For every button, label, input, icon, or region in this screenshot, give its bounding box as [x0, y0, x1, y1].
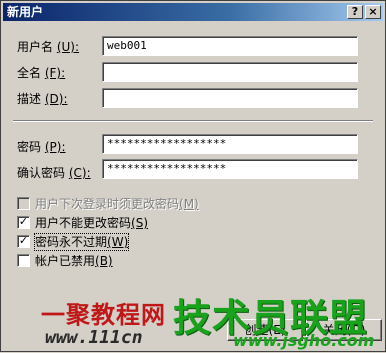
password-label: 密码 (P):	[17, 139, 66, 155]
username-label-text: 用户名	[17, 40, 54, 54]
cannot-change-password-mnemonic: (S)	[131, 216, 148, 230]
description-label-text: 描述	[17, 92, 42, 106]
watermark-url-left: www.111cn	[45, 327, 143, 348]
confirm-password-mnemonic: (C):	[68, 166, 91, 180]
username-label: 用户名 (U):	[17, 39, 79, 55]
password-mnemonic: (P):	[44, 140, 66, 154]
confirm-password-label: 确认密码 (C):	[17, 165, 91, 181]
username-field[interactable]: web001	[102, 36, 358, 56]
username-mnemonic: (U):	[56, 40, 80, 54]
description-label: 描述 (D):	[17, 91, 68, 107]
cannot-change-password-text: 用户不能更改密码	[35, 216, 132, 230]
account-disabled-mnemonic: (B)	[95, 254, 113, 268]
close-button[interactable]: 关闭(O)	[306, 319, 382, 341]
confirm-password-label-text: 确认密码	[17, 166, 66, 180]
must-change-password-mnemonic: (M)	[179, 197, 199, 211]
cannot-change-password-checkbox[interactable]: ✓	[17, 216, 30, 229]
fullname-label: 全名 (F):	[17, 65, 65, 81]
fullname-label-text: 全名	[17, 66, 42, 80]
account-disabled-label: 帐户已禁用(B)	[35, 253, 113, 269]
create-button[interactable]: 创建(E)	[227, 319, 303, 341]
password-label-text: 密码	[17, 140, 42, 154]
section-divider	[13, 120, 373, 122]
fullname-mnemonic: (F):	[44, 66, 66, 80]
help-button[interactable]: ?	[347, 5, 363, 19]
description-field[interactable]	[102, 88, 358, 108]
cannot-change-password-label: 用户不能更改密码(S)	[35, 215, 148, 231]
password-never-expires-text: 密码永不过期	[35, 235, 108, 249]
watermark-brand-left: 一聚教程网	[41, 300, 166, 329]
fullname-field[interactable]	[102, 62, 358, 82]
confirm-password-field[interactable]: ******************	[102, 159, 358, 179]
password-field[interactable]: ******************	[102, 134, 358, 154]
title-bar[interactable]: 新用户 ? ×	[3, 3, 383, 21]
dialog-title: 新用户	[7, 5, 44, 19]
must-change-password-text: 用户下次登录时须更改密码	[35, 197, 180, 211]
new-user-dialog: 新用户 ? × 用户名 (U): web001 全名 (F): 描述 (D): …	[0, 0, 386, 352]
account-disabled-checkbox[interactable]	[17, 254, 30, 267]
must-change-password-checkbox[interactable]	[17, 197, 30, 210]
password-never-expires-checkbox[interactable]: ✓	[17, 235, 30, 248]
password-never-expires-label: 密码永不过期(W)	[33, 233, 130, 251]
must-change-password-label: 用户下次登录时须更改密码(M)	[35, 196, 199, 212]
account-disabled-text: 帐户已禁用	[35, 254, 96, 268]
watermark-overlay: 一聚教程网 技术员联盟 www.111cn www.jsgho.com	[1, 283, 386, 353]
close-window-button[interactable]: ×	[365, 5, 381, 19]
description-mnemonic: (D):	[44, 92, 68, 106]
password-never-expires-mnemonic: (W)	[107, 235, 129, 249]
